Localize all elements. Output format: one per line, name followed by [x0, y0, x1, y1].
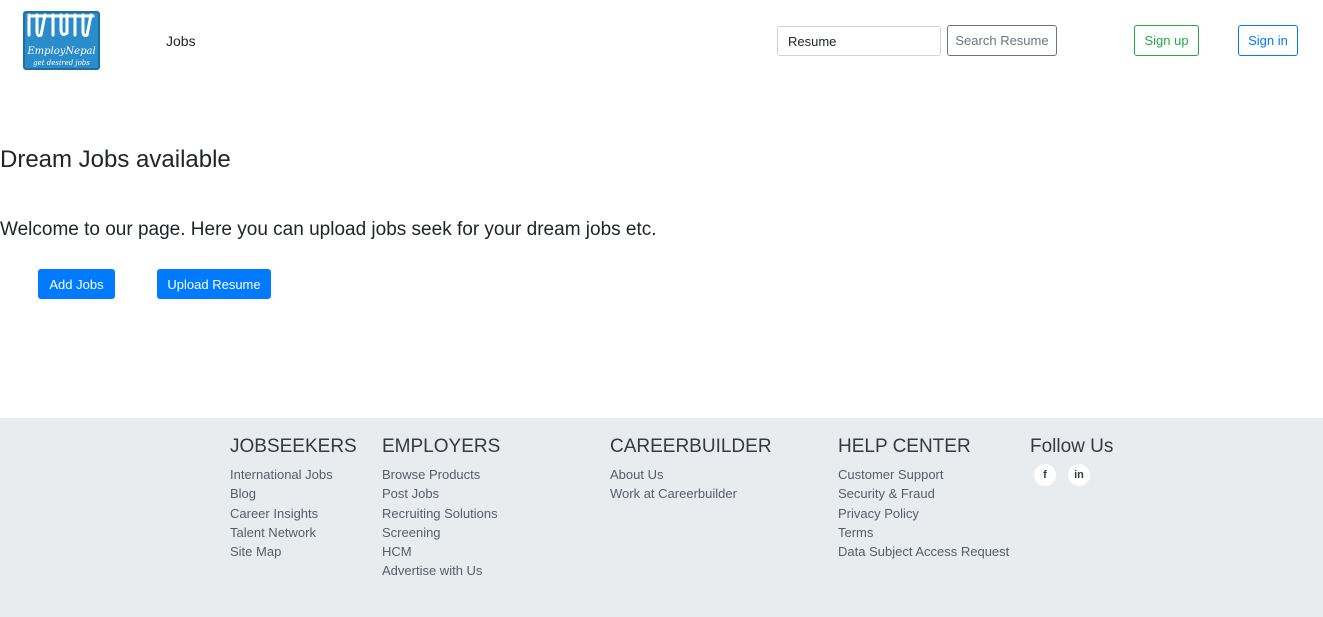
footer-link-security-fraud[interactable]: Security & Fraud [838, 484, 1009, 503]
footer-link-recruiting-solutions[interactable]: Recruiting Solutions [382, 504, 500, 523]
footer-link-blog[interactable]: Blog [230, 484, 357, 503]
footer-link-post-jobs[interactable]: Post Jobs [382, 484, 500, 503]
footer-link-browse-products[interactable]: Browse Products [382, 465, 500, 484]
footer-link-work-at-careerbuilder[interactable]: Work at Careerbuilder [610, 484, 772, 503]
footer-column-follow-us: Follow Us [1030, 436, 1113, 465]
footer-link-screening[interactable]: Screening [382, 523, 500, 542]
page-title: Dream Jobs available [0, 146, 231, 173]
upload-resume-button[interactable]: Upload Resume [157, 269, 271, 299]
logo-drip-graphic [27, 13, 95, 37]
footer-column-help-center: HELP CENTER Customer Support Security & … [838, 436, 1009, 561]
logo-text: EmployNepal [27, 46, 96, 57]
search-resume-button[interactable]: Search Resume [947, 25, 1057, 56]
footer-heading: Follow Us [1030, 436, 1114, 457]
footer-link-international-jobs[interactable]: International Jobs [230, 465, 357, 484]
footer-link-talent-network[interactable]: Talent Network [230, 523, 357, 542]
employnepal-logo[interactable]: EmployNepal get desired jobs [23, 11, 100, 70]
footer-link-career-insights[interactable]: Career Insights [230, 504, 357, 523]
nav-link-jobs[interactable]: Jobs [166, 33, 196, 49]
footer-column-careerbuilder: CAREERBUILDER About Us Work at Careerbui… [610, 436, 772, 504]
footer-link-data-subject-access[interactable]: Data Subject Access Request [838, 542, 1009, 561]
welcome-text: Welcome to our page. Here you can upload… [0, 219, 657, 240]
footer-link-site-map[interactable]: Site Map [230, 542, 357, 561]
search-input[interactable] [777, 26, 941, 56]
sign-in-button[interactable]: Sign in [1238, 25, 1298, 56]
footer-heading: JOBSEEKERS [230, 436, 357, 457]
navbar: EmployNepal get desired jobs Jobs Search… [0, 0, 1323, 82]
footer: JOBSEEKERS International Jobs Blog Caree… [0, 418, 1323, 617]
footer-heading: HELP CENTER [838, 436, 971, 457]
linkedin-icon[interactable]: in [1068, 464, 1090, 486]
footer-link-hcm[interactable]: HCM [382, 542, 500, 561]
footer-heading: CAREERBUILDER [610, 436, 772, 457]
footer-heading: EMPLOYERS [382, 436, 501, 457]
footer-link-privacy-policy[interactable]: Privacy Policy [838, 504, 1009, 523]
logo-tagline: get desired jobs [33, 59, 90, 67]
footer-link-advertise[interactable]: Advertise with Us [382, 561, 500, 580]
footer-column-jobseekers: JOBSEEKERS International Jobs Blog Caree… [230, 436, 357, 561]
add-jobs-button[interactable]: Add Jobs [38, 269, 115, 299]
footer-link-about-us[interactable]: About Us [610, 465, 772, 484]
footer-link-customer-support[interactable]: Customer Support [838, 465, 1009, 484]
facebook-icon[interactable]: f [1034, 464, 1056, 486]
sign-up-button[interactable]: Sign up [1134, 25, 1199, 56]
footer-column-employers: EMPLOYERS Browse Products Post Jobs Recr… [382, 436, 500, 581]
footer-link-terms[interactable]: Terms [838, 523, 1009, 542]
